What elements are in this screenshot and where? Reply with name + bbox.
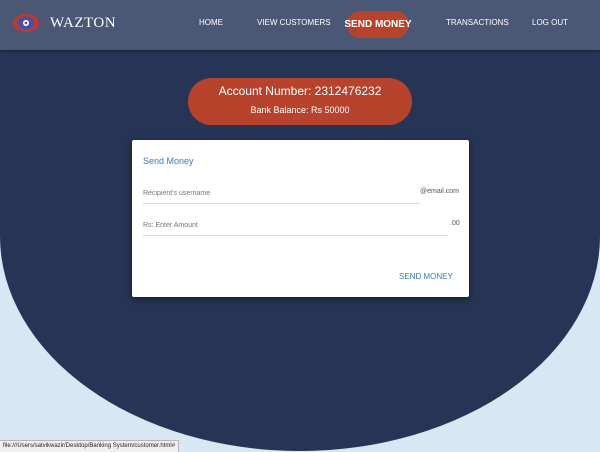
amount-decimal-suffix: .00 — [450, 220, 460, 227]
form-title: Send Money — [143, 156, 194, 166]
nav-send-money[interactable]: SEND MONEY — [344, 11, 412, 38]
amount-input[interactable] — [143, 218, 448, 236]
send-money-form-card: Send Money @email.com .00 SEND MONEY — [132, 140, 469, 297]
email-suffix: @email.com — [420, 188, 460, 195]
status-bar-url: file:///Users/satvikwazir/Desktop/Bankin… — [0, 440, 180, 452]
account-number: Account Number: 2312476232 — [218, 84, 382, 98]
recipient-username-input[interactable] — [143, 186, 420, 204]
navbar: WAZTON HOME VIEW CUSTOMERS SEND MONEY TR… — [0, 0, 600, 50]
send-money-button[interactable]: SEND MONEY — [399, 272, 453, 281]
brand-name[interactable]: WAZTON — [50, 15, 116, 32]
nav-home[interactable]: HOME — [199, 18, 223, 27]
nav-view-customers[interactable]: VIEW CUSTOMERS — [257, 18, 331, 27]
account-info-badge: Account Number: 2312476232 Bank Balance:… — [188, 78, 412, 125]
bank-balance: Bank Balance: Rs 50000 — [250, 105, 350, 115]
nav-log-out[interactable]: LOG OUT — [532, 18, 568, 27]
eye-logo-icon[interactable] — [12, 12, 40, 34]
nav-transactions[interactable]: TRANSACTIONS — [446, 18, 509, 27]
